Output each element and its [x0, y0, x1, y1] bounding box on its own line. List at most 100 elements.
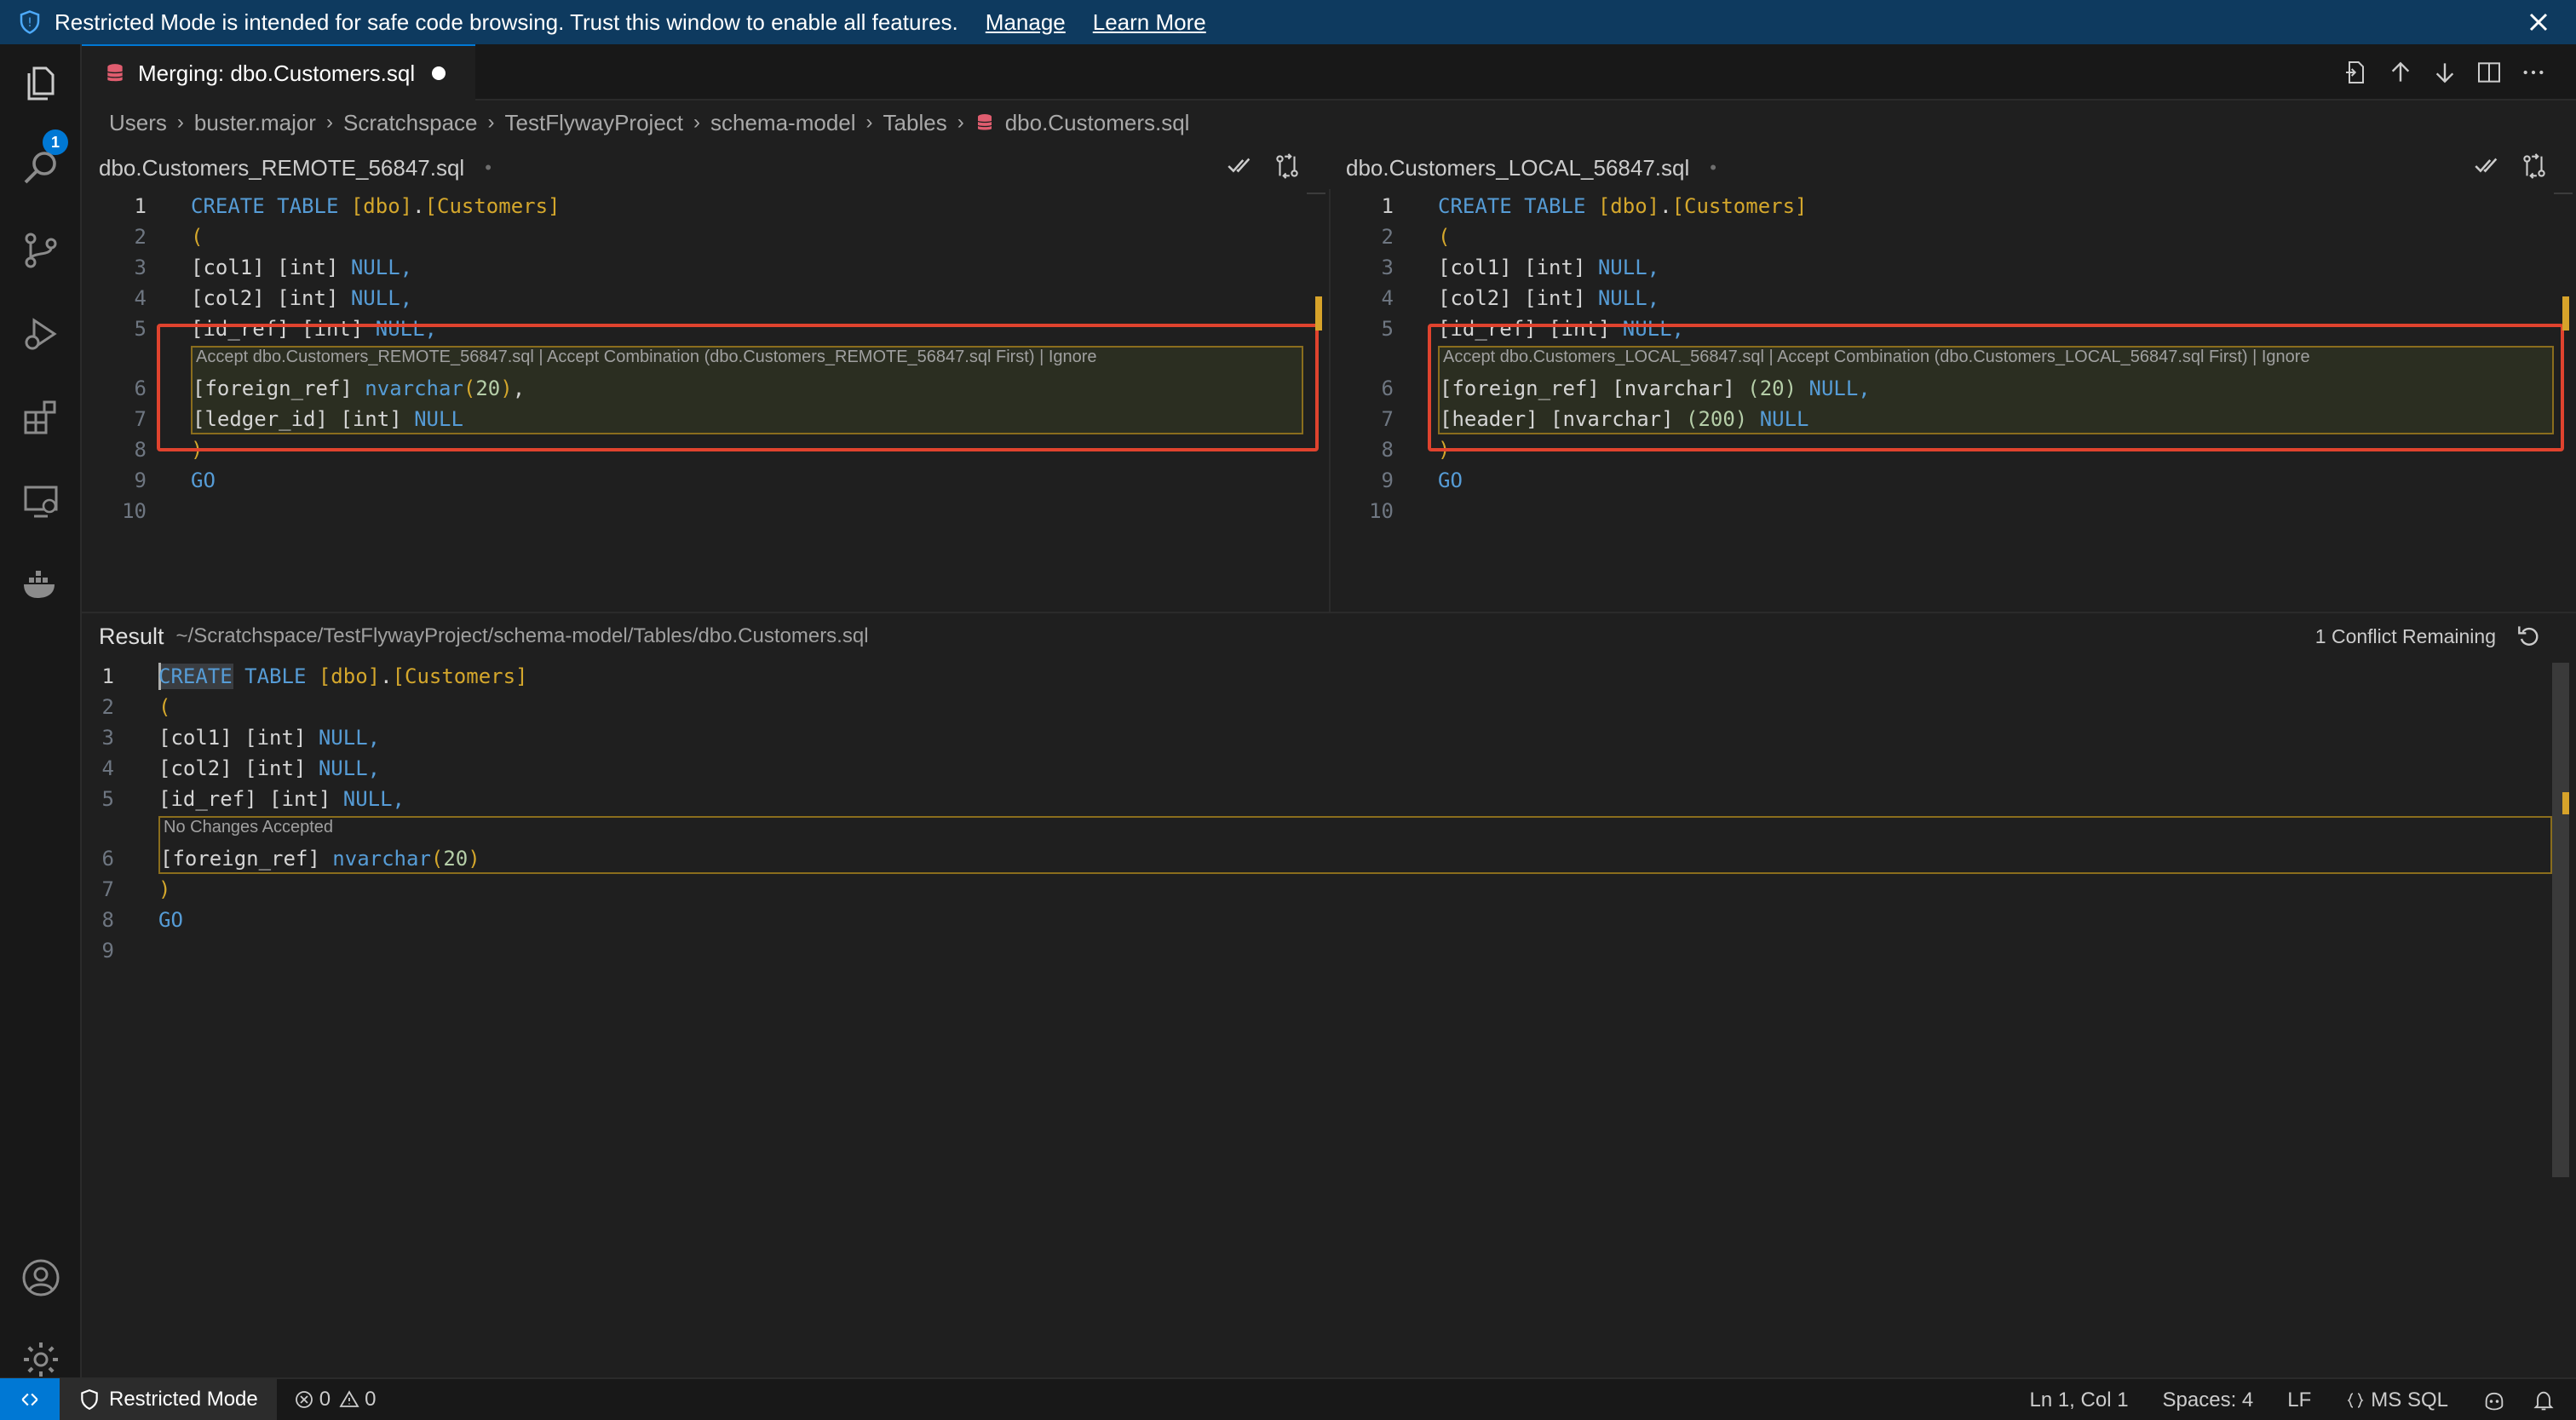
breadcrumb-project[interactable]: TestFlywayProject — [505, 110, 684, 136]
compare-changes-icon[interactable] — [2520, 152, 2549, 181]
close-icon[interactable] — [2523, 7, 2554, 37]
chevron-right-icon: › — [957, 111, 964, 134]
line-number: 5 — [1381, 317, 1394, 341]
result-divider[interactable] — [82, 612, 2576, 613]
line-number: 2 — [1381, 225, 1394, 249]
result-scrollbar[interactable] — [2552, 663, 2569, 1177]
bell-icon[interactable] — [2532, 1388, 2556, 1412]
chevron-right-icon: › — [176, 111, 184, 134]
code-line: [id_ref] [int] NULL, — [158, 787, 405, 811]
remote-highlight-box — [157, 324, 1319, 451]
line-number: 9 — [134, 469, 147, 492]
result-label: Result — [99, 623, 164, 649]
line-number: 8 — [134, 438, 147, 462]
breadcrumb-user[interactable]: buster.major — [194, 110, 316, 136]
pane-splitter[interactable] — [1329, 189, 1331, 612]
docker-icon[interactable] — [20, 564, 61, 605]
remote-icon — [21, 1393, 38, 1406]
cursor-position[interactable]: Ln 1, Col 1 — [2029, 1388, 2128, 1412]
conflicts-remaining[interactable]: 1 Conflict Remaining — [2315, 625, 2496, 648]
accept-all-icon[interactable] — [1225, 152, 1254, 181]
remote-conflict-scroll-marker — [1315, 296, 1322, 331]
line-number: 4 — [1381, 286, 1394, 310]
remote-pane-marker: • — [485, 157, 492, 178]
breadcrumb-users[interactable]: Users — [109, 110, 167, 136]
result-conflict-region — [158, 816, 2552, 874]
code-line: [col1] [int] NULL, — [1438, 256, 1660, 279]
arrow-up-icon[interactable] — [2387, 59, 2414, 86]
tab-bar: Merging: dbo.Customers.sql — [82, 44, 2576, 101]
remote-pane-header: dbo.Customers_REMOTE_56847.sql • — [99, 147, 492, 189]
arrow-down-icon[interactable] — [2431, 59, 2458, 86]
extensions-icon[interactable] — [20, 397, 61, 438]
shield-icon: ! — [20, 10, 40, 34]
code-line: [col1] [int] NULL, — [191, 256, 413, 279]
manage-link[interactable]: Manage — [986, 9, 1066, 36]
language-mode[interactable]: MS SQL — [2345, 1388, 2448, 1412]
restricted-mode-banner: ! Restricted Mode is intended for safe c… — [0, 0, 2576, 44]
tab-merging-customers[interactable]: Merging: dbo.Customers.sql — [82, 44, 475, 101]
copilot-icon[interactable] — [2482, 1388, 2506, 1412]
breadcrumb-file[interactable]: dbo.Customers.sql — [1005, 110, 1190, 136]
split-editor-icon[interactable] — [2475, 59, 2503, 86]
banner-message: Restricted Mode is intended for safe cod… — [55, 9, 958, 35]
unsaved-dot-icon[interactable] — [432, 66, 446, 80]
line-number: 3 — [101, 726, 114, 750]
source-control-icon[interactable] — [20, 230, 61, 271]
indentation[interactable]: Spaces: 4 — [2163, 1388, 2254, 1412]
line-number: 1 — [1381, 194, 1394, 218]
reset-undo-icon[interactable] — [2515, 622, 2542, 649]
compare-changes-icon[interactable] — [1273, 152, 1302, 181]
search-icon[interactable] — [20, 147, 61, 187]
open-file-icon[interactable] — [2343, 59, 2370, 86]
line-number: 7 — [101, 877, 114, 901]
line-number: 8 — [1381, 438, 1394, 462]
local-pane-title: dbo.Customers_LOCAL_56847.sql — [1346, 154, 1690, 181]
code-line: [col2] [int] NULL, — [191, 286, 413, 310]
local-pane-marker: • — [1710, 157, 1716, 178]
breadcrumb: Users › buster.major › Scratchspace › Te… — [109, 106, 1189, 140]
local-scroll-top — [2554, 193, 2573, 194]
breadcrumb-schema-model[interactable]: schema-model — [710, 110, 856, 136]
breadcrumb-tables[interactable]: Tables — [883, 110, 947, 136]
remote-explorer-icon[interactable] — [20, 480, 61, 521]
code-line: CREATE TABLE [dbo].[Customers] — [1438, 194, 1808, 218]
error-count: 0 — [319, 1388, 331, 1411]
result-path: ~/Scratchspace/TestFlywayProject/schema-… — [175, 624, 869, 647]
result-codelens[interactable]: No Changes Accepted — [164, 814, 333, 840]
more-actions-icon[interactable] — [2520, 59, 2547, 86]
code-line: [foreign_ref] nvarchar(20) — [160, 847, 480, 871]
tab-title: Merging: dbo.Customers.sql — [138, 60, 416, 86]
remote-indicator[interactable] — [0, 1378, 60, 1420]
restricted-mode-label: Restricted Mode — [109, 1388, 258, 1411]
run-debug-icon[interactable] — [20, 313, 61, 354]
database-icon — [977, 114, 992, 130]
problems-status[interactable]: 0 0 — [294, 1388, 376, 1411]
settings-gear-icon[interactable] — [20, 1339, 61, 1380]
remote-scroll-top — [1307, 193, 1325, 194]
files-icon[interactable] — [20, 63, 61, 104]
line-number: 10 — [122, 499, 147, 523]
code-line: [col1] [int] NULL, — [158, 726, 381, 750]
chevron-right-icon: › — [865, 111, 873, 134]
local-highlight-box — [1428, 324, 2564, 451]
status-right: Ln 1, Col 1 Spaces: 4 LF MS SQL — [2029, 1379, 2576, 1420]
code-line: ( — [1438, 225, 1451, 249]
accept-all-icon[interactable] — [2472, 152, 2501, 181]
code-line: [col2] [int] NULL, — [1438, 286, 1660, 310]
code-line: ) — [158, 877, 171, 901]
line-number: 2 — [101, 695, 114, 719]
result-conflict-scroll-marker — [2562, 792, 2569, 814]
result-header: Result ~/Scratchspace/TestFlywayProject/… — [82, 615, 2576, 658]
account-icon[interactable] — [20, 1257, 61, 1298]
line-number: 7 — [1381, 407, 1394, 431]
code-line: GO — [1438, 469, 1463, 492]
line-number: 5 — [134, 317, 147, 341]
breadcrumb-scratchspace[interactable]: Scratchspace — [343, 110, 478, 136]
line-number: 5 — [101, 787, 114, 811]
end-of-line[interactable]: LF — [2287, 1388, 2311, 1412]
restricted-mode-status[interactable]: Restricted Mode — [60, 1378, 277, 1420]
database-icon — [106, 64, 124, 82]
learn-more-link[interactable]: Learn More — [1093, 9, 1206, 36]
line-number: 6 — [134, 377, 147, 400]
